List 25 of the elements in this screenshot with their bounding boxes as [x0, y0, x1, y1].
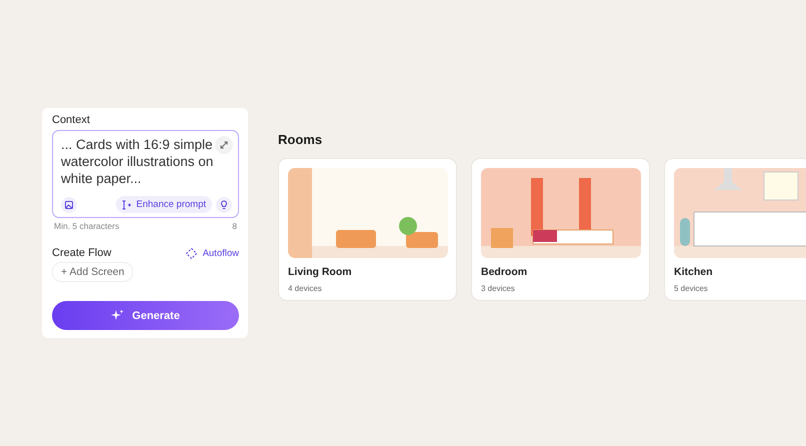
room-name: Kitchen — [674, 266, 714, 278]
min-characters-hint: Min. 5 characters — [54, 221, 120, 231]
generate-button[interactable]: Generate — [52, 301, 239, 330]
image-icon[interactable] — [61, 196, 77, 212]
text-cursor-icon — [122, 200, 132, 210]
create-flow-label: Create Flow — [52, 247, 112, 259]
enhance-prompt-button[interactable]: Enhance prompt — [116, 196, 212, 213]
bulb-icon[interactable] — [216, 196, 232, 212]
room-card[interactable]: Bedroom 3 devices — [471, 158, 650, 301]
device-count: 4 devices — [288, 284, 323, 293]
room-card[interactable]: Kitchen 5 devices — [664, 158, 806, 301]
room-card[interactable]: Living Room 4 devices — [278, 158, 457, 301]
room-name: Bedroom — [481, 266, 528, 278]
sparkle-icon — [111, 309, 124, 322]
character-count: 8 — [232, 221, 237, 231]
device-count: 3 devices — [481, 284, 516, 293]
device-count: 5 devices — [674, 284, 709, 293]
rooms-heading: Rooms — [278, 132, 324, 147]
room-name: Living Room — [288, 266, 353, 278]
dashed-diamond-icon — [186, 248, 197, 258]
expand-icon[interactable] — [215, 136, 233, 154]
prompt-field[interactable]: ... Cards with 16:9 simple watercolor illustrations on white paper... Enhance prompt — [52, 130, 239, 218]
add-screen-button[interactable]: + Add Screen — [52, 262, 134, 282]
autoflow-button[interactable]: Autoflow — [186, 248, 239, 258]
context-label: Context — [52, 114, 91, 126]
